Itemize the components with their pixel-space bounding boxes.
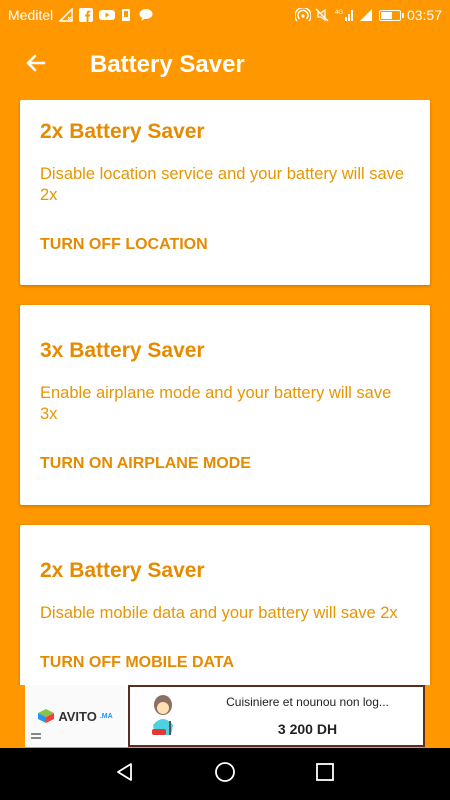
status-right: 4G 03:57 [294, 7, 442, 23]
chat-icon [139, 8, 153, 22]
hotspot-icon [294, 7, 312, 22]
ad-text: Cuisiniere et nounou non log... 3 200 DH [192, 695, 423, 737]
app-bar: Battery Saver [0, 30, 450, 100]
turn-off-location-button[interactable]: TURN OFF LOCATION [40, 236, 208, 254]
battery-icon [378, 9, 404, 21]
system-nav-bar [0, 748, 450, 800]
arrow-left-icon [24, 51, 48, 80]
ad-title: Cuisiniere et nounou non log... [226, 695, 389, 709]
facebook-icon [79, 8, 94, 22]
cook-illustration-icon [152, 695, 173, 735]
page-title: Battery Saver [90, 51, 245, 78]
card-description: Disable location service and your batter… [40, 165, 405, 204]
status-left: Meditel [8, 7, 153, 23]
nav-home-button[interactable] [205, 754, 245, 794]
signal-icon [359, 8, 373, 22]
avito-brand-text: AVITO [58, 708, 97, 724]
network-4g-icon: 4G [335, 8, 353, 22]
card-description: Enable airplane mode and your battery wi… [40, 384, 392, 423]
card-description: Disable mobile data and your battery wil… [40, 604, 398, 622]
avito-brand-suffix: .MA [99, 712, 113, 720]
youtube-icon [99, 8, 116, 22]
mute-icon [315, 8, 329, 22]
ad-listing[interactable]: Cuisiniere et nounou non log... 3 200 DH [128, 685, 425, 747]
ad-price: 3 200 DH [277, 721, 338, 737]
ad-thumbnail [134, 688, 192, 744]
back-button[interactable] [8, 37, 64, 93]
home-circle-icon [214, 761, 236, 788]
saver-card-location: 2x Battery Saver Disable location servic… [20, 100, 430, 285]
network-label: 4G [335, 10, 343, 16]
recents-square-icon [315, 762, 335, 787]
card-title: 2x Battery Saver [40, 559, 205, 582]
saver-card-airplane: 3x Battery Saver Enable airplane mode an… [20, 305, 430, 505]
nav-recents-button[interactable] [305, 754, 345, 794]
nav-back-button[interactable] [105, 754, 145, 794]
back-triangle-icon [115, 762, 135, 787]
saver-card-list[interactable]: 2x Battery Saver Disable location servic… [0, 100, 450, 685]
carrier-name: Meditel [8, 7, 54, 23]
ad-brand[interactable]: AVITO .MA [25, 685, 125, 747]
ad-banner[interactable]: AVITO .MA Cuisiniere et nounou non log..… [25, 685, 425, 747]
turn-on-airplane-mode-button[interactable]: TURN ON AIRPLANE MODE [40, 455, 251, 473]
card-title: 2x Battery Saver [40, 120, 205, 143]
avito-logo: AVITO .MA [37, 708, 113, 724]
notification-icon [119, 8, 133, 22]
turn-off-mobile-data-button[interactable]: TURN OFF MOBILE DATA [40, 654, 234, 672]
clock: 03:57 [406, 7, 442, 23]
card-title: 3x Battery Saver [40, 339, 205, 362]
ad-menu-icon[interactable] [31, 733, 41, 741]
avito-cube-icon [38, 709, 55, 723]
saver-card-mobile-data: 2x Battery Saver Disable mobile data and… [20, 525, 430, 685]
signal-off-icon [58, 7, 73, 22]
status-bar: Meditel 4G 03:57 [0, 0, 450, 30]
